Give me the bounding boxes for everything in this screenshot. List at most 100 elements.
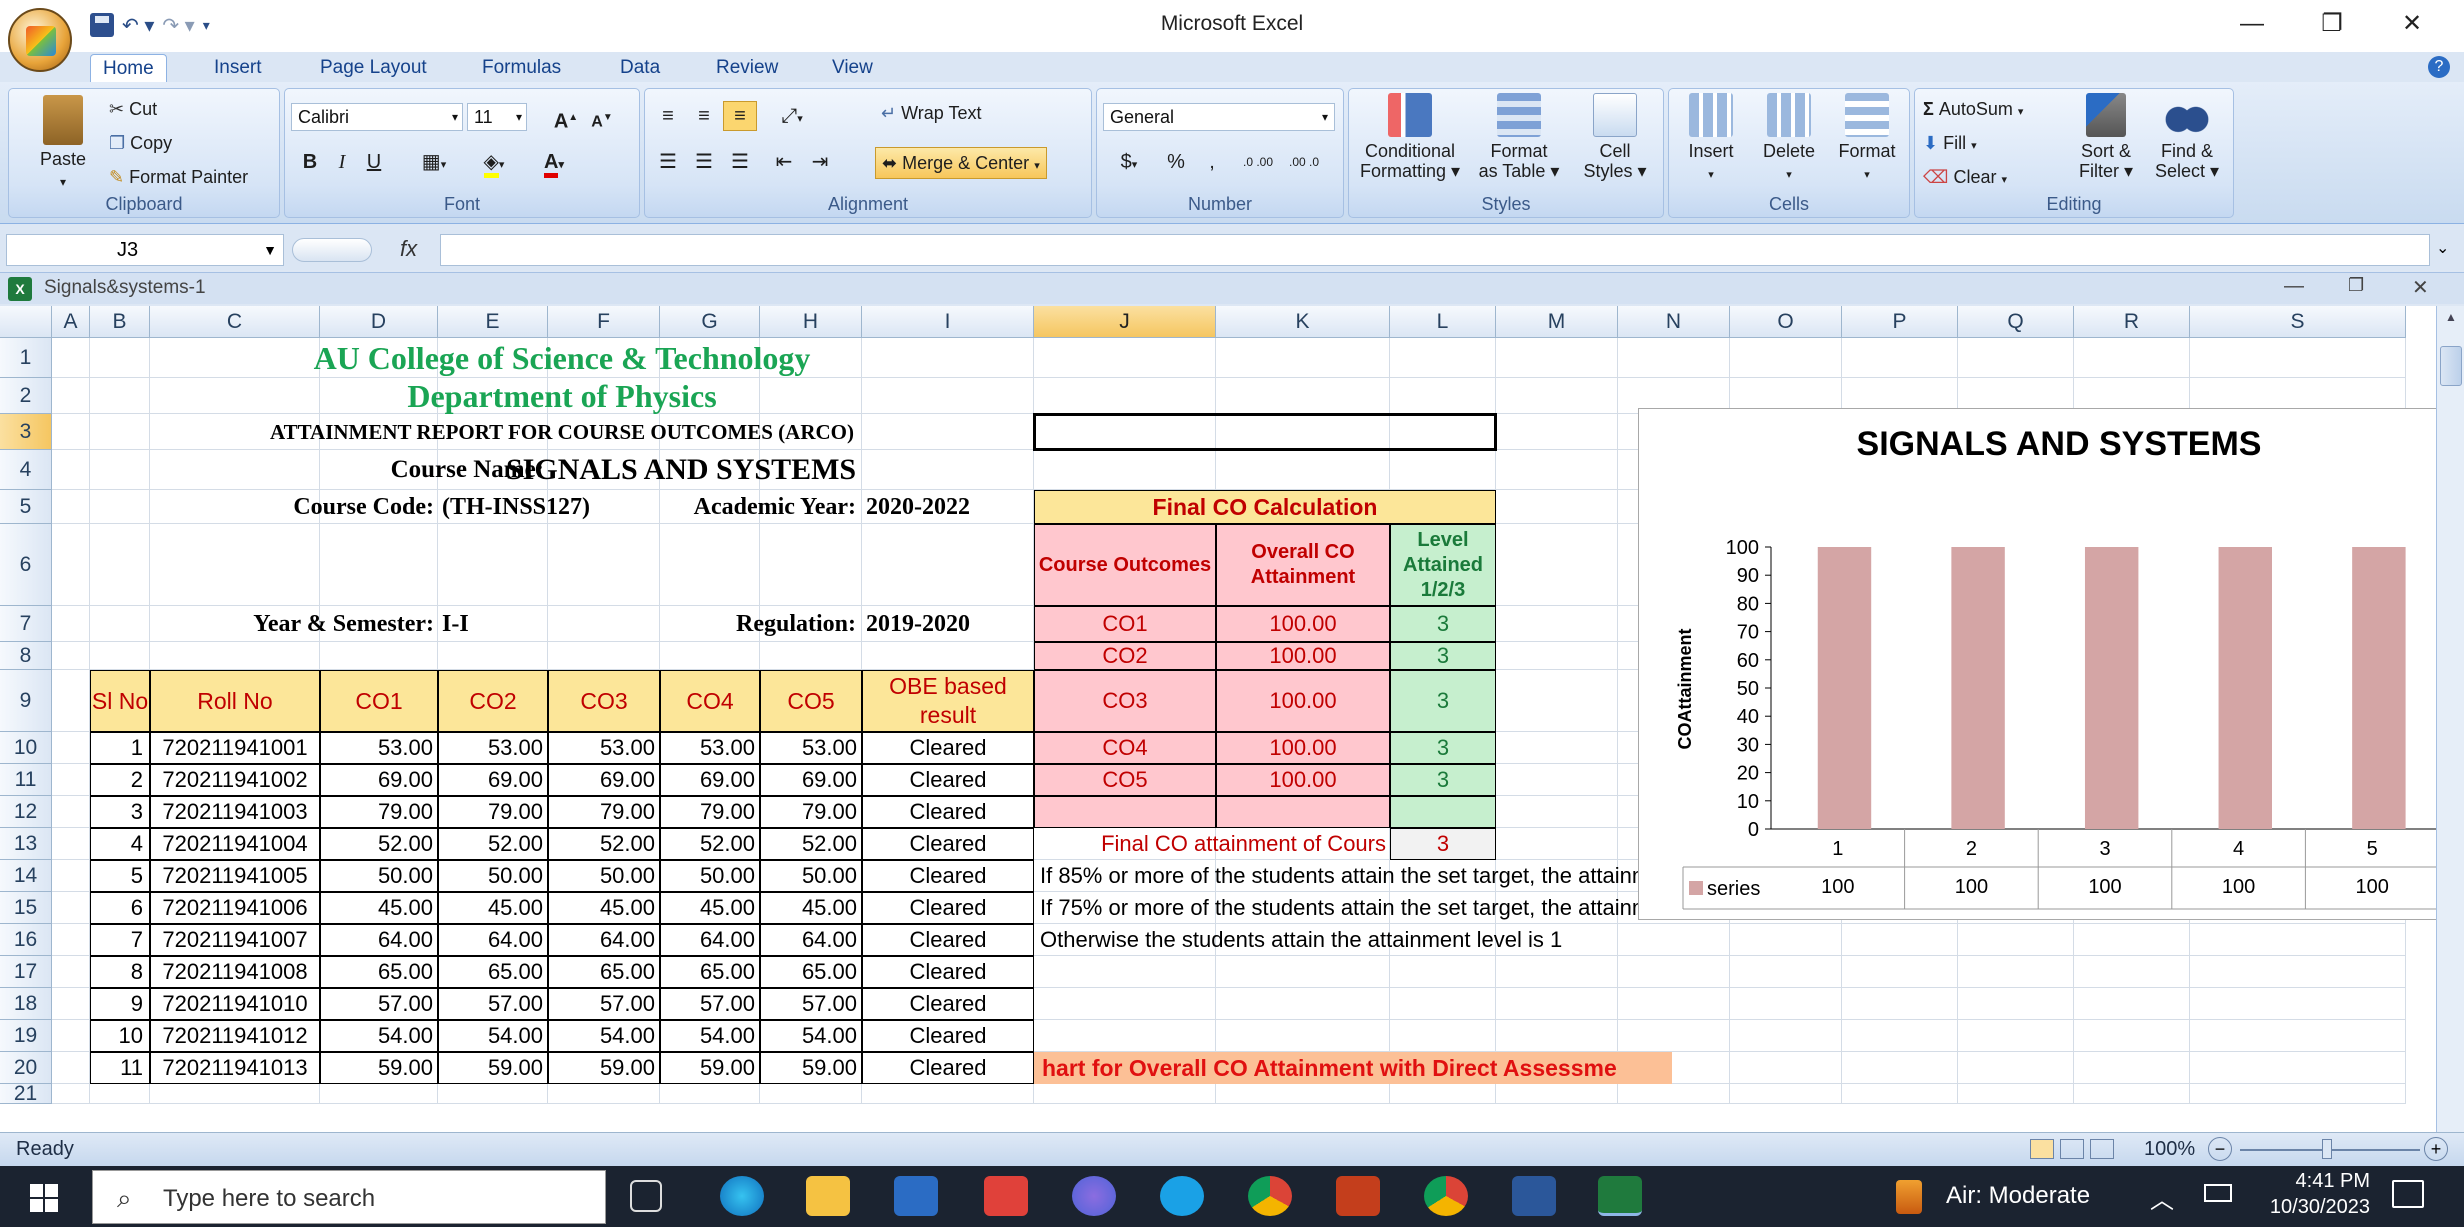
student-co1-score[interactable]: 69.00 [320, 764, 438, 796]
column-header-p[interactable]: P [1842, 306, 1958, 338]
student-roll-no[interactable]: 720211941008 [150, 956, 320, 988]
column-header-f[interactable]: F [548, 306, 660, 338]
decrease-indent-icon[interactable]: ⇤ [767, 147, 801, 177]
student-co4-score[interactable]: 52.00 [660, 828, 760, 860]
student-sl-no[interactable]: 8 [90, 956, 150, 988]
column-header-d[interactable]: D [320, 306, 438, 338]
vertical-scrollbar[interactable]: ▲ [2436, 306, 2464, 1132]
student-co1-score[interactable]: 79.00 [320, 796, 438, 828]
decrease-decimal-button[interactable]: .00 .0 [1283, 147, 1325, 177]
final-co-empty-cell[interactable] [1390, 796, 1496, 828]
copy-button[interactable]: ❐ Copy [109, 133, 172, 154]
column-header-r[interactable]: R [2074, 306, 2190, 338]
close-button[interactable]: ✕ [2392, 8, 2432, 40]
align-right-icon[interactable]: ☰ [723, 147, 757, 177]
student-co2-score[interactable]: 69.00 [438, 764, 548, 796]
row-header-4[interactable]: 4 [0, 450, 52, 490]
student-co3-score[interactable]: 59.00 [548, 1052, 660, 1084]
format-as-table-button[interactable]: Format as Table ▾ [1471, 93, 1567, 181]
word-icon[interactable] [1512, 1176, 1556, 1216]
store-icon[interactable] [894, 1176, 938, 1216]
chrome-icon[interactable] [1424, 1176, 1468, 1216]
student-roll-no[interactable]: 720211941007 [150, 924, 320, 956]
student-result[interactable]: Cleared [862, 988, 1034, 1020]
row-header-8[interactable]: 8 [0, 642, 52, 670]
final-co-outcome[interactable]: CO2 [1034, 642, 1216, 670]
column-header-i[interactable]: I [862, 306, 1034, 338]
row-header-2[interactable]: 2 [0, 378, 52, 414]
column-header-m[interactable]: M [1496, 306, 1618, 338]
student-co4-score[interactable]: 69.00 [660, 764, 760, 796]
row-header-14[interactable]: 14 [0, 860, 52, 892]
conditional-formatting-button[interactable]: Conditional Formatting ▾ [1351, 93, 1469, 181]
final-co-attainment-value[interactable]: 3 [1390, 828, 1496, 860]
student-result[interactable]: Cleared [862, 1020, 1034, 1052]
row-header-6[interactable]: 6 [0, 524, 52, 606]
student-co4-score[interactable]: 64.00 [660, 924, 760, 956]
student-co3-score[interactable]: 65.00 [548, 956, 660, 988]
percent-button[interactable]: % [1159, 147, 1193, 177]
final-co-outcome[interactable]: CO1 [1034, 606, 1216, 642]
final-co-level[interactable]: 3 [1390, 670, 1496, 732]
student-roll-no[interactable]: 720211941012 [150, 1020, 320, 1052]
student-roll-no[interactable]: 720211941010 [150, 988, 320, 1020]
student-co1-score[interactable]: 57.00 [320, 988, 438, 1020]
regulation-value[interactable]: 2019-2020 [862, 606, 1034, 642]
row-header-5[interactable]: 5 [0, 490, 52, 524]
align-center-icon[interactable]: ☰ [687, 147, 721, 177]
student-co5-score[interactable]: 64.00 [760, 924, 862, 956]
page-layout-view-icon[interactable] [2060, 1139, 2084, 1159]
student-sl-no[interactable]: 9 [90, 988, 150, 1020]
student-roll-no[interactable]: 720211941002 [150, 764, 320, 796]
student-result[interactable]: Cleared [862, 860, 1034, 892]
student-roll-no[interactable]: 720211941001 [150, 732, 320, 764]
delete-cells-button[interactable]: Delete ▾ [1751, 93, 1827, 183]
worksheet-grid[interactable]: A B C D E F G H I J K L M N O P Q R S 1 2 3 4 5 6 7 8 9 10 11 12 13 14 15… [0, 306, 2436, 1132]
tab-review[interactable]: Review [704, 54, 790, 82]
student-co5-score[interactable]: 50.00 [760, 860, 862, 892]
increase-decimal-button[interactable]: .0 .00 [1237, 147, 1279, 177]
column-header-o[interactable]: O [1730, 306, 1842, 338]
course-name-value[interactable]: SIGNALS AND SYSTEMS [500, 450, 1096, 490]
student-co5-score[interactable]: 54.00 [760, 1020, 862, 1052]
student-co2-score[interactable]: 52.00 [438, 828, 548, 860]
bold-button[interactable]: B [293, 147, 327, 177]
clock-time[interactable]: 4:41 PM [2250, 1170, 2370, 1193]
edge-icon[interactable] [720, 1176, 764, 1216]
formula-input[interactable] [440, 234, 2430, 266]
row-header-10[interactable]: 10 [0, 732, 52, 764]
student-result[interactable]: Cleared [862, 956, 1034, 988]
student-co2-score[interactable]: 64.00 [438, 924, 548, 956]
final-co-attainment[interactable]: 100.00 [1216, 764, 1390, 796]
student-result[interactable]: Cleared [862, 828, 1034, 860]
task-view-icon[interactable] [630, 1180, 662, 1212]
align-top-icon[interactable]: ≡ [651, 101, 685, 131]
battery-icon[interactable] [2204, 1184, 2232, 1202]
final-co-attainment[interactable]: 100.00 [1216, 732, 1390, 764]
italic-button[interactable]: I [325, 147, 359, 177]
final-co-level[interactable]: 3 [1390, 642, 1496, 670]
student-co4-score[interactable]: 54.00 [660, 1020, 760, 1052]
student-co1-score[interactable]: 54.00 [320, 1020, 438, 1052]
student-sl-no[interactable]: 4 [90, 828, 150, 860]
row-header-11[interactable]: 11 [0, 764, 52, 796]
font-color-button[interactable]: A▾ [529, 147, 579, 178]
zoom-in-icon[interactable]: + [2424, 1137, 2448, 1161]
student-result[interactable]: Cleared [862, 924, 1034, 956]
student-result[interactable]: Cleared [862, 764, 1034, 796]
student-result[interactable]: Cleared [862, 892, 1034, 924]
final-co-attainment[interactable]: 100.00 [1216, 642, 1390, 670]
restore-button[interactable]: ❐ [2312, 8, 2352, 40]
scroll-up-icon[interactable]: ▲ [2441, 310, 2461, 330]
student-result[interactable]: Cleared [862, 732, 1034, 764]
increase-indent-icon[interactable]: ⇥ [803, 147, 837, 177]
comma-button[interactable]: , [1195, 147, 1229, 177]
currency-button[interactable]: $▾ [1105, 147, 1153, 177]
windows-start-icon[interactable] [30, 1184, 58, 1212]
student-co3-score[interactable]: 50.00 [548, 860, 660, 892]
tab-insert[interactable]: Insert [202, 54, 274, 82]
cut-button[interactable]: ✂ Cut [109, 99, 157, 120]
active-cell-j3[interactable] [1033, 413, 1497, 451]
zoom-out-icon[interactable]: − [2208, 1137, 2232, 1161]
column-header-n[interactable]: N [1618, 306, 1730, 338]
